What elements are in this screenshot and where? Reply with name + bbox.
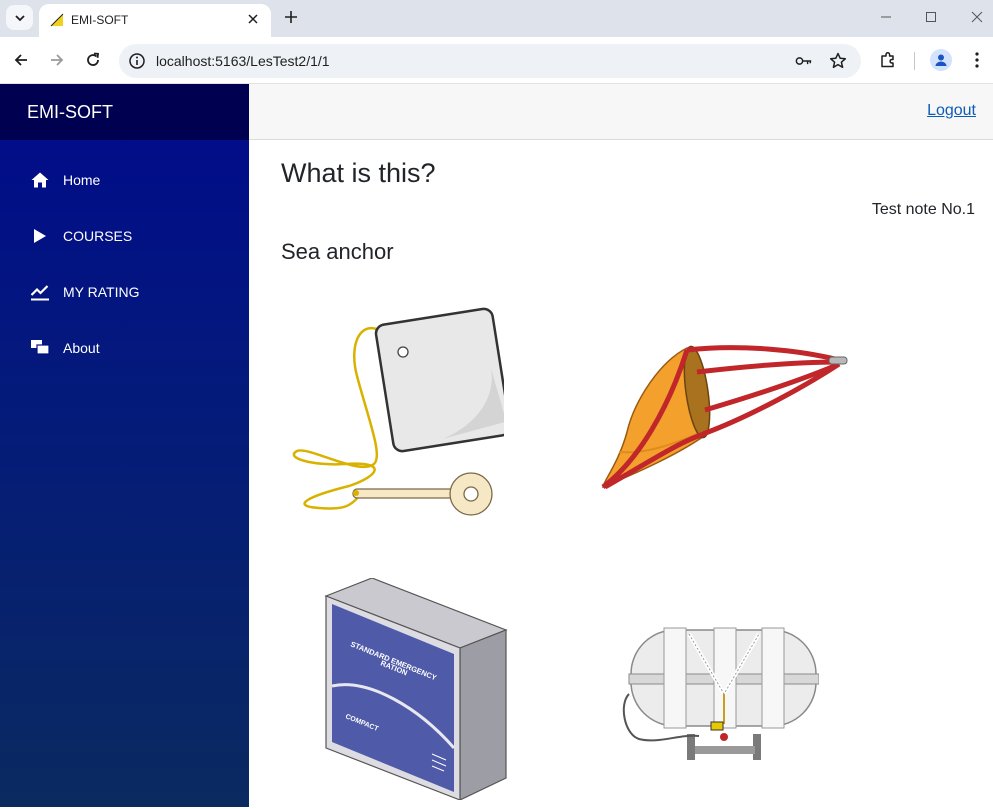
sidebar-item-label: MY RATING: [63, 284, 140, 300]
address-bar[interactable]: localhost:5163/LesTest2/1/1: [119, 44, 861, 78]
logout-link[interactable]: Logout: [927, 102, 976, 120]
play-icon: [30, 226, 50, 246]
browser-tab[interactable]: EMI-SOFT: [39, 4, 271, 37]
tab-title: EMI-SOFT: [71, 13, 129, 27]
main-content: Logout What is this? Test note No.1 Sea …: [249, 84, 993, 807]
sea-anchor-image: [601, 345, 848, 490]
emergency-ration-image: STANDARD EMERGENCY RATION COMPACT: [324, 577, 508, 801]
reload-icon[interactable]: [82, 49, 104, 71]
toolbar-divider: [914, 52, 915, 70]
option-emergency-ration[interactable]: STANDARD EMERGENCY RATION COMPACT: [324, 577, 509, 801]
profile-avatar-icon[interactable]: [930, 49, 952, 71]
question-title: What is this?: [281, 158, 436, 188]
browser-toolbar: localhost:5163/LesTest2/1/1: [0, 37, 993, 84]
option-sea-anchor[interactable]: [599, 342, 854, 492]
liferaft-image: [622, 627, 820, 760]
answer-text: Sea anchor: [281, 239, 394, 264]
extensions-puzzle-icon[interactable]: [878, 50, 898, 70]
chat-icon: [30, 338, 50, 358]
sidebar-item-label: Home: [63, 172, 101, 188]
back-arrow-icon[interactable]: [10, 49, 32, 71]
maximize-icon[interactable]: [919, 6, 943, 28]
home-icon: [30, 170, 50, 190]
whistle-tag-image: [292, 307, 512, 516]
forward-arrow-icon[interactable]: [46, 49, 68, 71]
sidebar-item-label: About: [63, 340, 100, 356]
minimize-icon[interactable]: [874, 6, 898, 28]
chevron-down-icon: [14, 14, 25, 21]
option-whistle-tag[interactable]: [289, 306, 512, 520]
sidebar-item-courses[interactable]: COURSES: [0, 216, 249, 256]
tab-search-button[interactable]: [6, 5, 33, 30]
brand-logo-text[interactable]: EMI-SOFT: [27, 102, 113, 123]
site-favicon-icon: [50, 13, 64, 27]
sidebar-item-label: COURSES: [63, 228, 133, 244]
chart-line-icon: [30, 282, 50, 302]
new-tab-icon[interactable]: [281, 7, 301, 27]
sidebar: EMI-SOFT Home COURSES MY RATING About: [0, 84, 249, 807]
password-key-icon[interactable]: [795, 52, 813, 70]
sidebar-item-home[interactable]: Home: [0, 160, 249, 200]
window-close-icon[interactable]: [965, 6, 989, 28]
test-note: Test note No.1: [871, 201, 975, 218]
site-info-icon[interactable]: [128, 52, 146, 70]
bookmark-star-icon[interactable]: [829, 52, 847, 70]
top-bar: Logout: [249, 84, 993, 140]
sidebar-item-my-rating[interactable]: MY RATING: [0, 272, 249, 312]
sidebar-item-about[interactable]: About: [0, 328, 249, 368]
url-text: localhost:5163/LesTest2/1/1: [156, 53, 330, 69]
tab-close-icon[interactable]: [245, 11, 261, 27]
brand-bar: EMI-SOFT: [0, 84, 249, 140]
option-liferaft[interactable]: [619, 624, 820, 804]
browser-tab-strip: EMI-SOFT: [0, 0, 993, 37]
browser-menu-icon[interactable]: [967, 50, 987, 70]
